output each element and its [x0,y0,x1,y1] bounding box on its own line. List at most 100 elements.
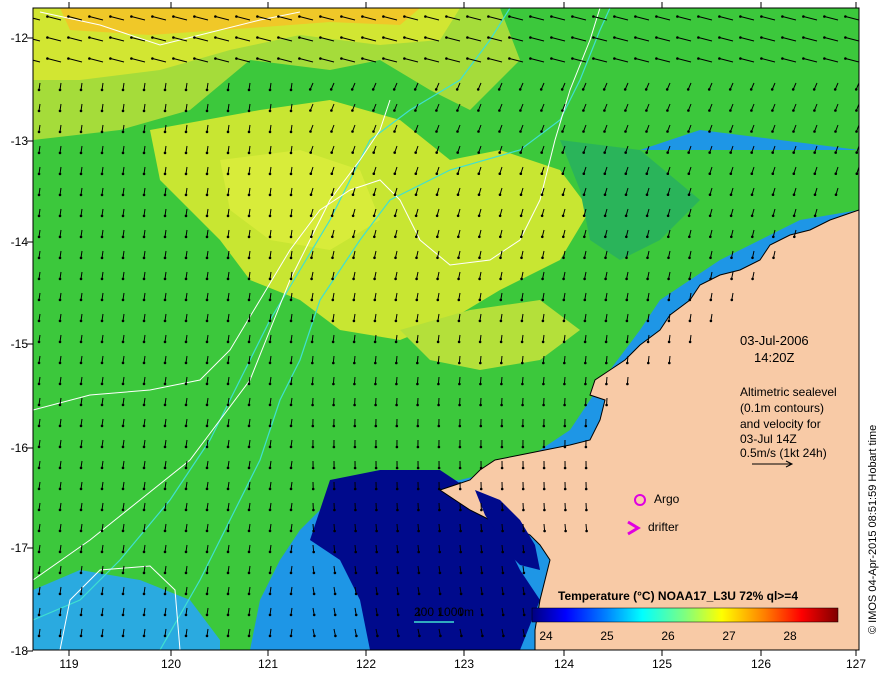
velocity-arrow-head [791,88,795,91]
velocity-arrow-head [121,403,125,407]
colorbar-tick: 26 [661,629,675,643]
velocity-arrow-head [333,571,337,575]
velocity-arrow-head [772,256,775,260]
velocity-arrow-head [655,57,658,60]
velocity-arrow-head [247,214,251,218]
velocity-arrow-head [163,151,167,155]
velocity-arrow-head [226,550,230,554]
velocity-arrow-head [457,319,461,323]
velocity-arrow-head [67,36,70,39]
velocity-arrow-head [226,487,230,491]
velocity-arrow-head [247,466,251,470]
velocity-arrow-head [289,172,293,176]
velocity-arrow-head [604,235,607,239]
velocity-arrow-head [142,550,146,554]
velocity-arrow-head [310,340,314,344]
velocity-arrow-head [353,424,357,428]
velocity-arrow-head [571,57,574,60]
colorbar-tick: 27 [722,629,736,643]
velocity-arrow-head [268,235,272,239]
velocity-arrow-head [478,277,481,281]
velocity-arrow-head [37,235,41,239]
velocity-arrow-head [666,172,670,175]
velocity-arrow-head [373,235,376,239]
velocity-arrow-head [521,445,525,449]
velocity-arrow-head [520,340,524,344]
velocity-arrow-head [416,361,419,365]
velocity-arrow-head [289,487,293,491]
velocity-arrow-head [226,466,230,470]
velocity-arrow-head [205,529,209,533]
velocity-arrow-head [676,15,679,18]
velocity-arrow-head [781,57,784,60]
velocity-arrow-head [142,214,146,218]
velocity-arrow-head [718,57,721,60]
velocity-arrow-head [163,130,167,134]
velocity-arrow-head [351,109,354,112]
velocity-arrow-head [739,57,742,60]
velocity-arrow-head [520,277,523,281]
velocity-arrow-head [226,361,230,365]
velocity-arrow-head [172,36,175,39]
velocity-arrow-head [163,424,167,428]
velocity-arrow-head [813,109,816,112]
velocity-arrow-head [477,214,481,218]
velocity-arrow-head [395,361,398,365]
velocity-arrow-head [37,571,41,575]
velocity-arrow-head [687,130,690,133]
velocity-arrow-head [501,529,504,533]
velocity-arrow-head [109,57,112,60]
velocity-arrow-head [395,382,398,386]
velocity-arrow-head [311,466,315,470]
velocity-arrow-head [561,193,565,196]
velocity-arrow-head [351,172,355,175]
velocity-arrow-head [352,256,355,260]
velocity-arrow-head [79,466,83,470]
velocity-arrow-head [582,130,585,133]
velocity-arrow-head [361,57,364,60]
velocity-arrow-head [655,15,658,18]
velocity-arrow-head [205,487,209,491]
velocity-arrow-head [687,214,691,218]
velocity-arrow-head [214,36,217,39]
velocity-arrow-head [520,235,523,239]
velocity-arrow-head [351,193,355,196]
velocity-arrow-head [163,613,167,617]
velocity-arrow-head [121,277,125,281]
longitude-axis: 119 120 121 122 123 124 125 126 127 [59,657,866,671]
velocity-arrow-head [151,36,154,39]
velocity-arrow-head [310,298,314,302]
velocity-arrow-head [730,298,734,302]
velocity-arrow-head [395,424,399,428]
velocity-arrow-head [436,235,439,239]
velocity-arrow-head [585,529,588,533]
velocity-arrow-head [697,15,700,18]
velocity-arrow-head [435,214,439,218]
velocity-arrow-head [184,529,188,533]
velocity-arrow-head [480,613,484,617]
velocity-arrow-head [205,571,209,575]
velocity-arrow-head [121,235,125,239]
velocity-arrow-head [79,193,83,197]
lat-tick-label: -12 [11,31,29,45]
velocity-arrow-head [437,403,440,407]
velocity-arrow-head [205,382,209,386]
velocity-arrow-head [332,466,336,470]
lon-tick-label: 122 [356,657,376,671]
velocity-arrow-head [374,361,377,365]
velocity-arrow-head [268,256,272,260]
velocity-arrow-head [247,445,251,449]
velocity-arrow-head [331,235,334,239]
velocity-arrow-head [214,15,217,18]
velocity-arrow-head [718,15,721,18]
velocity-arrow-head [361,36,364,39]
velocity-arrow-head [466,15,469,18]
velocity-arrow-head [37,382,41,386]
velocity-arrow-head [79,109,83,113]
velocity-arrow-head [352,235,355,239]
velocity-arrow-head [312,550,316,554]
velocity-arrow-head [458,382,461,386]
velocity-arrow-head [523,634,526,638]
velocity-arrow-head [247,172,251,176]
velocity-arrow-head [478,298,482,302]
